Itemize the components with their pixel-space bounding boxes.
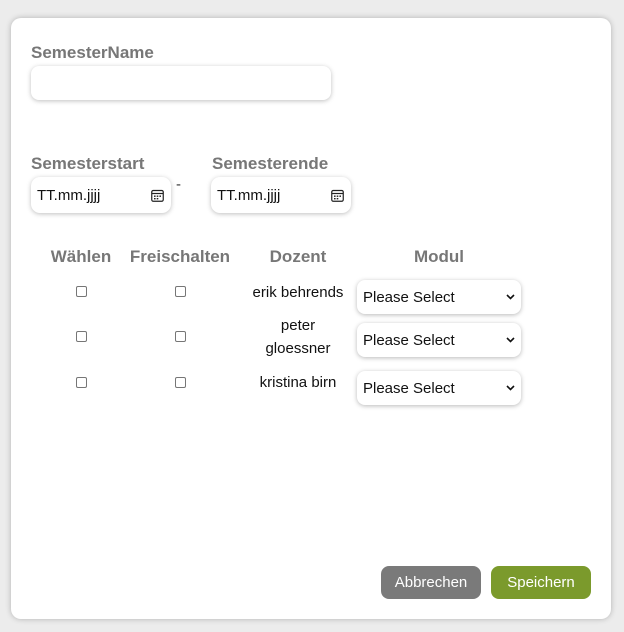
chevron-down-icon bbox=[506, 294, 515, 300]
freischalten-checkbox[interactable] bbox=[175, 286, 186, 297]
calendar-icon[interactable] bbox=[331, 189, 344, 202]
column-header-waehlen: Wählen bbox=[50, 247, 112, 266]
freischalten-checkbox[interactable] bbox=[175, 331, 186, 342]
date-range-separator: - bbox=[176, 176, 181, 193]
semester-end-label: Semesterende bbox=[212, 154, 329, 173]
chevron-down-icon bbox=[506, 337, 515, 343]
semester-start-label: Semesterstart bbox=[31, 154, 145, 173]
semester-end-input[interactable]: TT.mm.jjjj bbox=[211, 177, 351, 213]
waehlen-checkbox[interactable] bbox=[76, 286, 87, 297]
column-header-modul: Modul bbox=[413, 247, 465, 266]
semester-end-placeholder: TT.mm.jjjj bbox=[217, 186, 281, 204]
modul-select[interactable]: Please Select bbox=[357, 371, 521, 405]
modul-select[interactable]: Please Select bbox=[357, 280, 521, 314]
waehlen-checkbox[interactable] bbox=[76, 377, 87, 388]
waehlen-checkbox[interactable] bbox=[76, 331, 87, 342]
modul-select-value: Please Select bbox=[363, 379, 455, 397]
save-button[interactable]: Speichern bbox=[491, 566, 591, 599]
modul-select-value: Please Select bbox=[363, 331, 455, 349]
semester-name-label: SemesterName bbox=[31, 43, 154, 62]
modul-select-value: Please Select bbox=[363, 288, 455, 306]
dozent-name: peter gloessner bbox=[265, 317, 331, 357]
freischalten-checkbox[interactable] bbox=[175, 377, 186, 388]
modul-select[interactable]: Please Select bbox=[357, 323, 521, 357]
semester-start-input[interactable]: TT.mm.jjjj bbox=[31, 177, 171, 213]
chevron-down-icon bbox=[506, 385, 515, 391]
semester-start-placeholder: TT.mm.jjjj bbox=[37, 186, 101, 204]
column-header-dozent: Dozent bbox=[269, 247, 327, 266]
column-header-freischalten: Freischalten bbox=[129, 247, 231, 266]
dozent-name: kristina birn bbox=[259, 374, 337, 391]
dozent-name: erik behrends bbox=[252, 284, 344, 301]
cancel-button[interactable]: Abbrechen bbox=[381, 566, 481, 599]
semester-name-input[interactable] bbox=[31, 66, 331, 100]
calendar-icon[interactable] bbox=[151, 189, 164, 202]
